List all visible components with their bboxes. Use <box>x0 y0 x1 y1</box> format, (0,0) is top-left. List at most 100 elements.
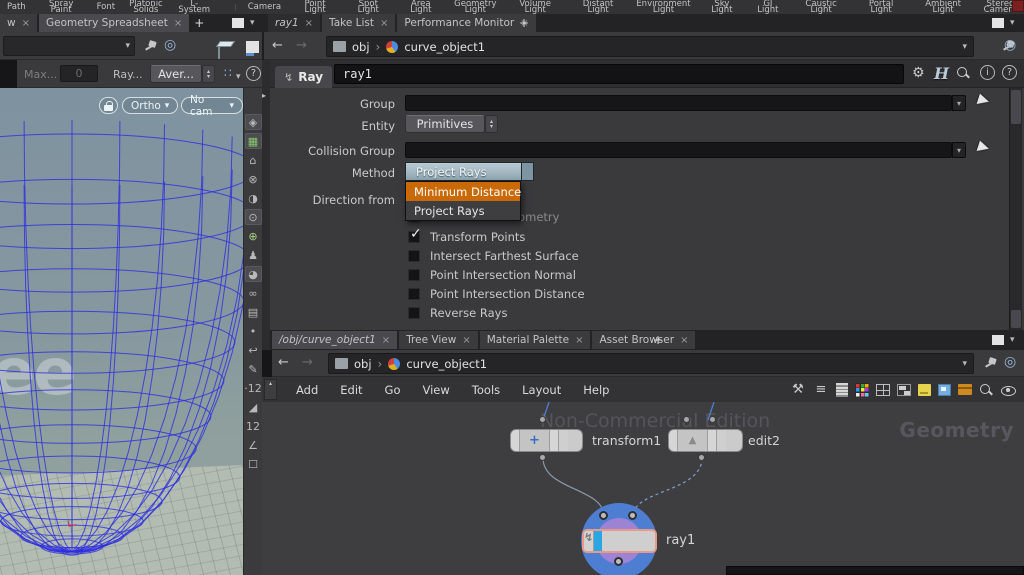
network-editor-canvas[interactable]: Non-Commercial Edition Geometry + transf… <box>262 402 1024 575</box>
node-label[interactable]: ray1 <box>666 533 695 548</box>
node-name-input[interactable]: ray1 <box>334 64 904 84</box>
shelf-tool[interactable]: Point Light <box>288 0 342 14</box>
help-icon[interactable]: ? <box>1002 65 1017 80</box>
tab-geometry-spreadsheet[interactable]: Geometry Spreadsheet × <box>38 14 190 32</box>
parameter-checkbox-row[interactable]: ✓ Point Intersection Normal <box>408 267 576 283</box>
shelf-overflow-indicator[interactable] <box>1012 0 1024 12</box>
node-label[interactable]: transform1 <box>592 433 661 448</box>
close-icon[interactable]: × <box>382 335 390 346</box>
node-connector[interactable] <box>709 416 716 423</box>
chevron-down-icon[interactable]: ▾ <box>1010 335 1015 345</box>
houdini-logo[interactable]: H <box>934 64 949 83</box>
menu-item-minimum-distance[interactable]: Minimum Distance <box>406 182 521 201</box>
handles-tool[interactable]: ☐ <box>245 456 262 472</box>
shading-mode[interactable]: ◕ <box>244 266 262 282</box>
prim-numbers[interactable]: 12 <box>245 418 262 434</box>
close-icon[interactable]: × <box>305 18 313 29</box>
follow-selection-icon[interactable]: ◎ <box>1004 37 1016 53</box>
scene-viewport[interactable]: ee Ortho ▾ No cam ▾ <box>0 88 243 575</box>
pane-tab[interactable]: Take List × <box>322 14 396 32</box>
network-path-field[interactable]: obj › curve_object1 ▾ <box>326 36 974 57</box>
add-character[interactable]: ♟ <box>245 247 262 263</box>
shelf-tool[interactable]: Sky Light <box>698 0 747 14</box>
forward-button[interactable]: → <box>302 355 313 370</box>
pane-tab[interactable]: Tree View × <box>399 331 478 349</box>
pane-menu-icon[interactable] <box>232 18 244 28</box>
pane-menu-icon[interactable] <box>992 18 1004 28</box>
max-value-field[interactable]: 0 <box>60 65 98 82</box>
node-connector[interactable] <box>539 416 546 423</box>
menu-item-project-rays[interactable]: Project Rays <box>406 201 520 220</box>
sticky-note[interactable] <box>918 383 931 396</box>
tree-controls[interactable]: ≡ <box>813 382 829 397</box>
pane-tab[interactable]: Asset Browser × <box>592 331 696 349</box>
close-icon[interactable]: × <box>575 335 583 346</box>
shelf-tool[interactable]: Spot Light <box>342 0 394 14</box>
group-select-arrow-icon[interactable] <box>976 93 991 108</box>
shelf-tool[interactable]: Spray Paint <box>33 0 90 14</box>
headlight-only[interactable]: ◑ <box>245 190 262 206</box>
close-icon[interactable]: × <box>680 335 688 346</box>
new-tab-button[interactable]: + <box>650 331 666 349</box>
pane-tab[interactable]: ray1 × <box>268 14 321 32</box>
menu-item[interactable]: Add <box>285 383 329 397</box>
node-connector[interactable] <box>698 454 705 461</box>
visibility[interactable] <box>1000 384 1016 396</box>
display-flag[interactable] <box>593 531 603 551</box>
close-icon[interactable]: × <box>22 18 30 29</box>
menu-item[interactable]: Edit <box>329 383 373 397</box>
spreadsheet-node-selector[interactable]: ▾ <box>3 36 135 56</box>
pane-menu-icon[interactable] <box>992 335 1004 345</box>
normal-lighting[interactable]: ⊙ <box>244 209 262 225</box>
parameter-checkbox-row[interactable]: ✓ Intersect Farthest Surface <box>408 248 579 264</box>
shelf-tool[interactable]: Platonic Solids <box>122 0 170 14</box>
lock[interactable]: ⌂ <box>245 152 262 168</box>
display-option-icon[interactable] <box>246 41 259 53</box>
angle-tool[interactable]: ∠ <box>245 437 262 453</box>
method-dropdown-cap[interactable] <box>522 162 534 181</box>
close-icon[interactable]: × <box>380 18 388 29</box>
collision-dropdown[interactable]: ▾ <box>952 142 966 158</box>
network-box[interactable] <box>958 384 972 395</box>
method-dropdown[interactable]: Project Rays <box>405 162 522 181</box>
organize-nodes[interactable] <box>897 383 911 396</box>
chevron-down-icon[interactable]: ▾ <box>236 72 241 82</box>
find-node[interactable] <box>979 383 993 397</box>
chevron-down-icon[interactable]: ▾ <box>962 42 967 52</box>
pin-icon[interactable] <box>984 356 998 370</box>
back-button[interactable]: ← <box>278 355 289 370</box>
checkbox[interactable]: ✓ <box>408 226 422 243</box>
shelf-tool[interactable]: Font <box>90 3 123 12</box>
wireframe-mode[interactable]: ∞ <box>245 285 262 301</box>
close-icon[interactable]: × <box>462 335 470 346</box>
scrollbar-thumb[interactable] <box>1011 90 1021 124</box>
group-dropdown[interactable]: ▾ <box>952 95 966 111</box>
color-palette[interactable] <box>855 382 869 397</box>
parameter-scrollbar[interactable] <box>1009 88 1022 330</box>
checkbox[interactable]: ✓ <box>408 307 420 319</box>
shelf-tool[interactable]: L-System <box>170 0 219 14</box>
viewport-pill[interactable]: Ortho ▾ <box>122 97 179 114</box>
average-dropdown[interactable]: Aver... <box>150 65 202 83</box>
network-path-field[interactable]: obj › curve_object1 ▾ <box>328 353 974 374</box>
group-field[interactable] <box>405 95 952 111</box>
pane-tab[interactable]: Material Palette × <box>479 331 591 349</box>
parameter-checkbox-row[interactable]: ✓ Point Intersection Distance <box>408 286 585 302</box>
background-image[interactable] <box>938 383 951 396</box>
shape-palette[interactable] <box>876 383 890 396</box>
transform-node[interactable]: + <box>510 429 583 452</box>
tab-overflow[interactable]: w × <box>0 14 37 32</box>
select-mode[interactable]: ◈ <box>244 114 262 130</box>
node-output-connector[interactable] <box>614 557 623 566</box>
chevron-down-icon[interactable]: ▾ <box>250 18 255 28</box>
network-tools[interactable]: ⚒ <box>790 382 806 397</box>
menu-item[interactable]: Tools <box>461 383 511 397</box>
node-input-connector[interactable] <box>599 511 608 520</box>
pin-icon[interactable] <box>144 39 158 53</box>
point-numbers[interactable]: ·12 <box>244 380 262 396</box>
columns-icon[interactable]: ∷ <box>224 66 232 80</box>
collision-group-field[interactable] <box>405 142 952 158</box>
shelf-tool[interactable]: Caustic Light <box>790 0 853 14</box>
node-input-connector[interactable] <box>628 511 637 520</box>
pane-divider[interactable] <box>262 32 264 60</box>
